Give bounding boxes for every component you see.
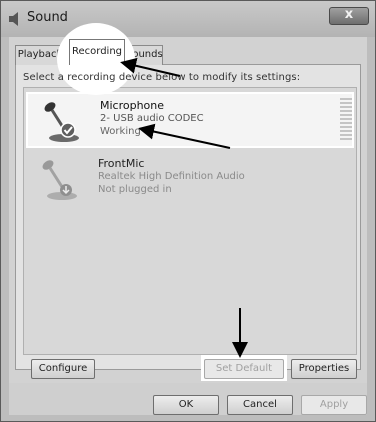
- properties-button[interactable]: Properties: [291, 359, 357, 379]
- tab-recording[interactable]: Recording: [69, 39, 125, 65]
- device-item-microphone[interactable]: Microphone 2- USB audio CODEC Working: [26, 92, 354, 148]
- microphone-icon: [44, 102, 79, 142]
- close-button[interactable]: x: [329, 7, 369, 25]
- device-name: FrontMic: [98, 157, 145, 170]
- device-item-frontmic[interactable]: FrontMic Realtek High Definition Audio N…: [26, 152, 354, 208]
- dialog-body: Playback Recording Sounds Select a recor…: [9, 23, 367, 415]
- configure-button[interactable]: Configure: [31, 359, 95, 379]
- window-title: Sound: [27, 10, 68, 25]
- ok-button[interactable]: OK: [153, 395, 219, 415]
- cancel-button[interactable]: Cancel: [227, 395, 293, 415]
- device-description: Realtek High Definition Audio: [98, 171, 245, 182]
- level-meter: [340, 98, 352, 142]
- microphone-icon: [42, 160, 77, 200]
- speaker-icon: [9, 12, 18, 26]
- set-default-button[interactable]: Set Default: [204, 359, 284, 379]
- device-name: Microphone: [100, 99, 165, 112]
- close-icon: x: [344, 7, 354, 22]
- dialog-footer: OK Cancel Apply: [9, 383, 367, 415]
- instructions-text: Select a recording device below to modif…: [23, 72, 301, 83]
- title-bar[interactable]: Sound x: [1, 1, 375, 37]
- sound-window: Sound x Playback Recording Sounds Select…: [0, 0, 376, 422]
- device-status: Not plugged in: [98, 184, 172, 195]
- device-status: Working: [100, 126, 141, 137]
- apply-button[interactable]: Apply: [301, 395, 367, 415]
- device-description: 2- USB audio CODEC: [100, 113, 204, 124]
- device-list[interactable]: Microphone 2- USB audio CODEC Working Fr…: [23, 87, 357, 355]
